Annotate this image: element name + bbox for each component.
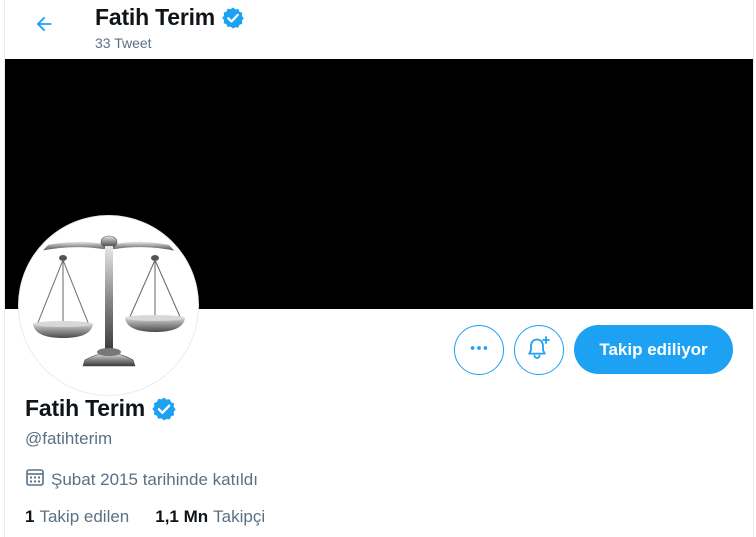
balance-scale-icon <box>23 220 194 391</box>
right-border <box>753 0 754 537</box>
following-link[interactable]: 1 Takip edilen <box>25 507 129 527</box>
followers-label: Takipçi <box>213 507 266 526</box>
profile-name: Fatih Terim <box>25 395 146 421</box>
tweet-count: 33 Tweet <box>95 35 152 51</box>
joined-text: Şubat 2015 tarihinde katıldı <box>51 469 258 489</box>
avatar[interactable] <box>19 216 198 395</box>
profile-name-row: Fatih Terim <box>25 395 177 422</box>
more-horizontal-icon <box>468 337 490 364</box>
following-label: Takip edilen <box>39 507 130 526</box>
more-options-button[interactable] <box>454 325 504 375</box>
followers-link[interactable]: 1,1 Mn Takipçi <box>155 507 265 527</box>
profile-header-bar: Fatih Terim 33 Tweet <box>5 0 753 59</box>
verified-badge-icon <box>151 396 177 422</box>
profile-stats: 1 Takip edilen 1,1 Mn Takipçi <box>25 507 291 527</box>
header-title: Fatih Terim <box>95 4 245 31</box>
header-name: Fatih Terim <box>95 4 216 30</box>
notifications-button[interactable] <box>514 325 564 375</box>
following-count: 1 <box>25 507 35 526</box>
back-button[interactable] <box>27 9 61 43</box>
profile-handle: @fatihterim <box>25 429 113 448</box>
following-button[interactable]: Takip ediliyor <box>574 325 733 374</box>
followers-count: 1,1 Mn <box>155 507 209 526</box>
joined-date: Şubat 2015 tarihinde katıldı <box>25 467 258 492</box>
calendar-icon <box>25 467 51 492</box>
arrow-left-icon <box>33 13 55 40</box>
bell-plus-icon <box>526 335 552 366</box>
verified-badge-icon <box>221 6 245 30</box>
